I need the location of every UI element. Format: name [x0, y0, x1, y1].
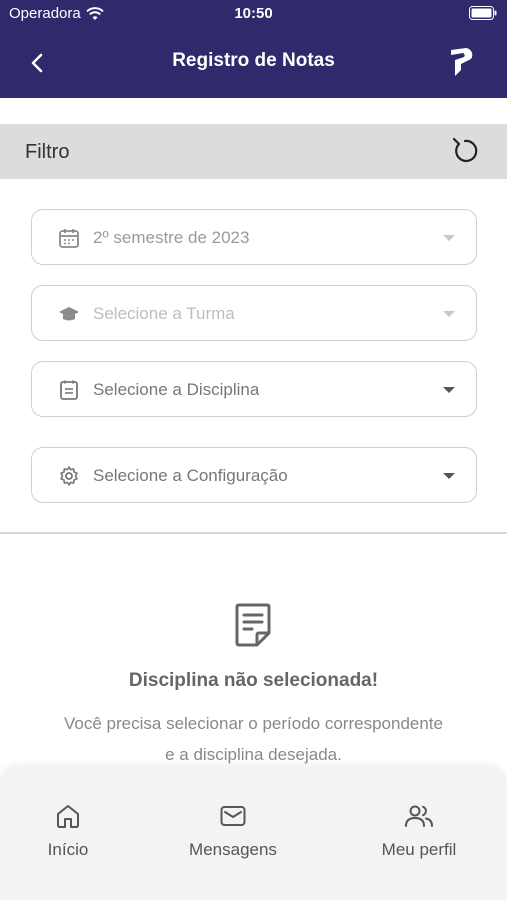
empty-state-title: Disciplina não selecionada!: [128, 670, 379, 691]
section-divider: [0, 532, 507, 534]
status-time: 10:50: [234, 5, 273, 22]
chevron-down-icon: [443, 235, 455, 241]
mail-icon: [220, 806, 246, 826]
chevron-down-icon: [443, 387, 455, 393]
graduation-cap-icon: [59, 307, 79, 321]
tab-mensagens[interactable]: Mensagens: [168, 802, 298, 860]
subject-select-placeholder: Selecione a Disciplina: [93, 380, 260, 399]
gear-icon: [60, 466, 78, 486]
nav-bar: Registro de Notas: [0, 40, 507, 84]
app-logo: [451, 48, 473, 76]
battery-icon: [469, 6, 497, 20]
home-icon: [57, 805, 79, 828]
configuration-select[interactable]: Selecione a Configuração: [31, 447, 477, 503]
tab-meu-perfil[interactable]: Meu perfil: [354, 802, 484, 860]
filter-title: Filtro: [25, 141, 70, 163]
page-title: Registro de Notas: [172, 50, 335, 71]
period-select[interactable]: 2º semestre de 2023: [31, 209, 477, 265]
status-bar: Operadora 10:50: [0, 0, 507, 28]
note-icon: [235, 603, 271, 647]
chevron-down-icon: [443, 311, 455, 317]
class-select[interactable]: Selecione a Turma: [31, 285, 477, 341]
bottom-nav: Início Mensagens Meu perfil: [0, 766, 507, 900]
filter-bar: Filtro: [0, 124, 507, 179]
tab-meu-perfil-label: Meu perfil: [381, 840, 457, 859]
configuration-select-placeholder: Selecione a Configuração: [93, 466, 288, 485]
calendar-icon: [59, 229, 79, 248]
tab-mensagens-label: Mensagens: [189, 840, 277, 859]
tab-inicio[interactable]: Início: [3, 802, 133, 860]
period-select-value: 2º semestre de 2023: [93, 228, 250, 247]
empty-state-message: Você precisa selecionar o período corres…: [64, 714, 443, 764]
subject-select[interactable]: Selecione a Disciplina: [31, 361, 477, 417]
notebook-icon: [60, 380, 78, 400]
users-icon: [405, 805, 433, 827]
tab-inicio-label: Início: [47, 840, 89, 859]
reset-icon: [452, 137, 478, 163]
app-header: Operadora 10:50 Registro de Notas: [0, 0, 507, 98]
reset-filter-button[interactable]: [451, 136, 481, 166]
chevron-down-icon: [443, 473, 455, 479]
class-select-placeholder: Selecione a Turma: [93, 304, 235, 323]
